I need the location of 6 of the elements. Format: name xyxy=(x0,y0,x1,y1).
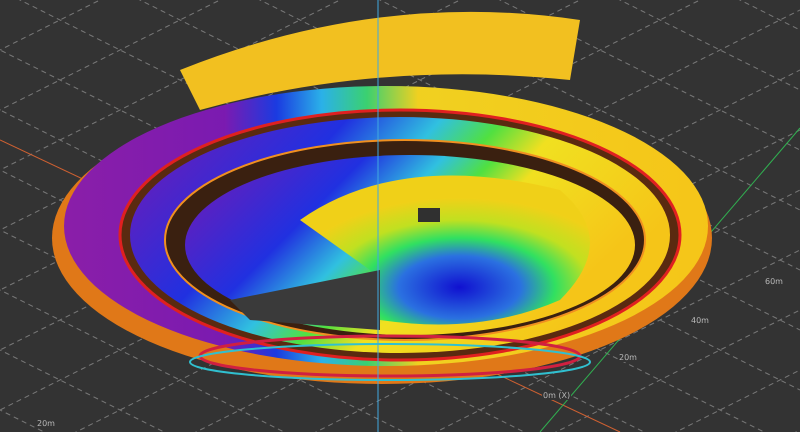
axis-label: 60m xyxy=(764,277,784,286)
axis-label: 40m xyxy=(690,316,710,325)
3d-viewport[interactable]: 60m 40m 20m 0m (X) 20m xyxy=(0,0,800,432)
axis-label: 0m (X) xyxy=(542,391,572,400)
axis-label: 20m xyxy=(36,419,56,428)
axis-label: 20m xyxy=(618,353,638,362)
